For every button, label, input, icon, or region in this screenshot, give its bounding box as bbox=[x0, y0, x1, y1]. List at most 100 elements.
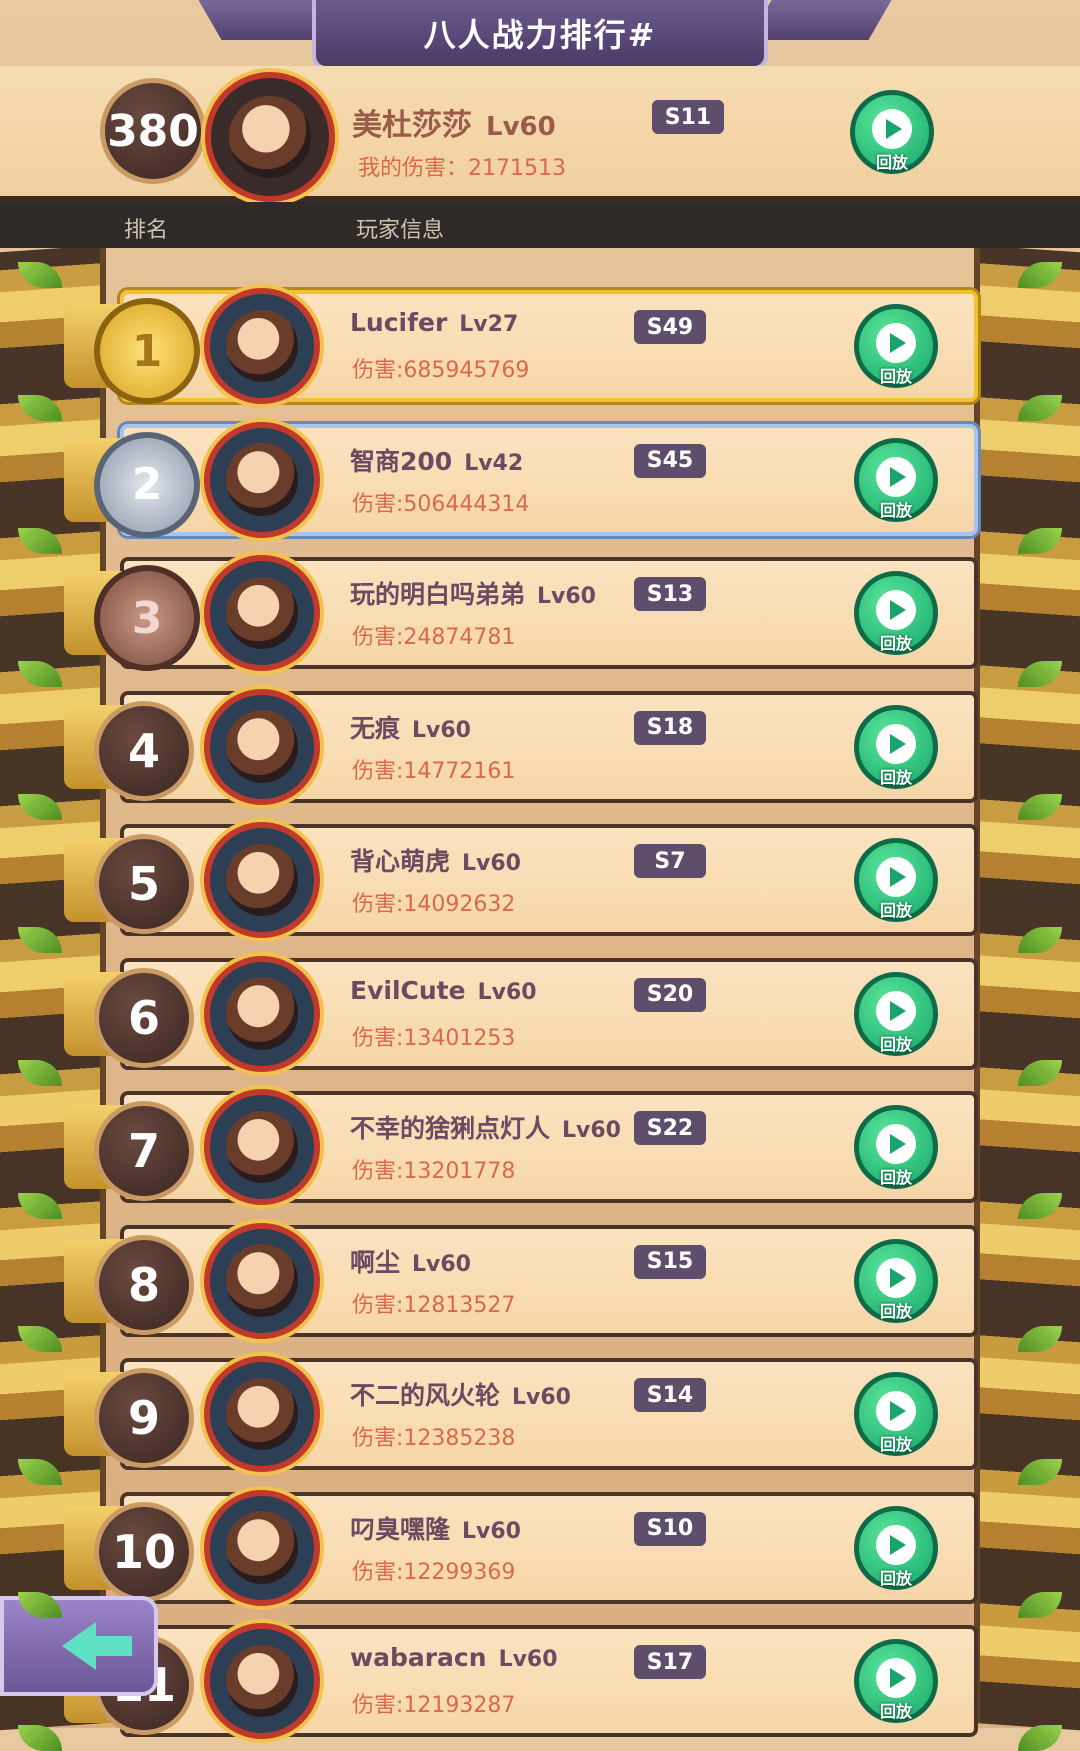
player-damage: 伤害:13401253 bbox=[352, 1025, 516, 1051]
avatar-face-icon bbox=[225, 1511, 299, 1584]
replay-label: 回放 bbox=[879, 901, 912, 920]
player-avatar[interactable] bbox=[204, 1356, 320, 1472]
play-circle-icon bbox=[876, 323, 916, 363]
ranking-row[interactable]: 10 叼臭嘿隆 Lv60 伤害:12299369 S10 回放 bbox=[64, 1489, 978, 1606]
player-avatar[interactable] bbox=[204, 421, 320, 538]
rank-number: 1 bbox=[131, 325, 163, 377]
my-level: Lv60 bbox=[486, 112, 556, 142]
play-circle-icon bbox=[876, 456, 916, 497]
player-name: Lucifer Lv27 bbox=[350, 308, 518, 337]
player-level: Lv60 bbox=[462, 851, 521, 876]
avatar-face-icon bbox=[225, 977, 299, 1050]
avatar-face-icon bbox=[228, 95, 312, 179]
replay-button[interactable]: 回放 bbox=[854, 1105, 938, 1189]
replay-label: 回放 bbox=[879, 1168, 912, 1187]
column-header: 排名 玩家信息 bbox=[0, 202, 1080, 248]
page-title: 八人战力排行# bbox=[312, 0, 768, 70]
player-avatar[interactable] bbox=[204, 1222, 320, 1339]
replay-button[interactable]: 回放 bbox=[854, 1505, 938, 1590]
player-level: Lv60 bbox=[412, 717, 471, 743]
replay-button[interactable]: 回放 bbox=[854, 571, 938, 655]
rank-number: 3 bbox=[131, 592, 163, 644]
gold-medal-icon: 1 bbox=[94, 298, 200, 404]
player-name-text: 玩的明白吗弟弟 bbox=[350, 580, 526, 609]
leaf-decoration-icon bbox=[1018, 1725, 1062, 1751]
player-name: 背心萌虎 Lv60 bbox=[350, 842, 521, 878]
my-name-text: 美杜莎莎 bbox=[352, 108, 472, 143]
play-circle-icon bbox=[876, 1524, 916, 1565]
player-name-text: 智商200 bbox=[350, 446, 453, 476]
player-name: 智商200 Lv42 bbox=[350, 442, 523, 478]
player-name: 不二的风火轮 Lv60 bbox=[350, 1376, 571, 1412]
avatar-face-icon bbox=[225, 443, 299, 516]
player-avatar[interactable] bbox=[204, 555, 320, 671]
player-avatar[interactable] bbox=[204, 1489, 320, 1606]
replay-button[interactable]: 回放 bbox=[854, 437, 938, 522]
replay-button[interactable]: 回放 bbox=[854, 1372, 938, 1456]
server-badge: S10 bbox=[634, 1511, 706, 1546]
player-avatar[interactable] bbox=[204, 1623, 320, 1739]
replay-button[interactable]: 回放 bbox=[854, 1639, 938, 1723]
replay-button[interactable]: 回放 bbox=[854, 971, 938, 1056]
player-name: 啊尘 Lv60 bbox=[350, 1243, 471, 1279]
player-name: 叼臭嘿隆 Lv60 bbox=[350, 1510, 521, 1546]
my-avatar[interactable] bbox=[205, 72, 335, 202]
ranking-row[interactable]: 5 背心萌虎 Lv60 伤害:14092632 S7 回放 bbox=[64, 822, 978, 938]
ranking-row[interactable]: 8 啊尘 Lv60 伤害:12813527 S15 回放 bbox=[64, 1222, 978, 1339]
ranking-row[interactable]: 1 Lucifer Lv27 伤害:685945769 S49 回放 bbox=[64, 288, 978, 404]
player-damage: 伤害:12385238 bbox=[352, 1426, 516, 1451]
ranking-row[interactable]: 11 wabaracnLv60 伤害:12193287 S17 回放 bbox=[64, 1623, 978, 1739]
leaf-decoration-icon bbox=[18, 1725, 62, 1751]
player-level: Lv60 bbox=[512, 1385, 571, 1410]
player-damage: 伤害:506444314 bbox=[352, 491, 530, 517]
replay-label: 回放 bbox=[879, 1034, 912, 1054]
play-circle-icon bbox=[876, 723, 916, 764]
player-name-text: 背心萌虎 bbox=[350, 847, 451, 876]
player-name: EvilCute Lv60 bbox=[350, 976, 537, 1005]
player-damage: 伤害:12299369 bbox=[352, 1559, 516, 1585]
play-circle-icon bbox=[876, 1658, 916, 1698]
replay-label: 回放 bbox=[879, 1702, 912, 1721]
player-name-text: 不幸的猞猁点灯人 bbox=[350, 1114, 551, 1143]
player-avatar[interactable] bbox=[204, 288, 320, 404]
replay-label: 回放 bbox=[879, 367, 912, 386]
header-player-info: 玩家信息 bbox=[356, 218, 445, 243]
replay-button[interactable]: 回放 bbox=[854, 838, 938, 922]
replay-button[interactable]: 回放 bbox=[854, 1238, 938, 1323]
avatar-face-icon bbox=[225, 1377, 299, 1451]
player-avatar[interactable] bbox=[204, 822, 320, 938]
ranking-row[interactable]: 3 玩的明白吗弟弟 Lv60 伤害:24874781 S13 回放 bbox=[64, 555, 978, 671]
player-name: 无痕 Lv60 bbox=[350, 709, 471, 745]
server-badge: S7 bbox=[634, 844, 706, 878]
server-badge: S45 bbox=[634, 443, 706, 478]
ranking-row[interactable]: 2 智商200 Lv42 伤害:506444314 S45 回放 bbox=[64, 421, 978, 538]
player-damage: 伤害:14772161 bbox=[352, 758, 516, 784]
play-circle-icon bbox=[876, 1124, 916, 1164]
back-button[interactable] bbox=[0, 1596, 158, 1696]
player-level: Lv60 bbox=[477, 979, 537, 1005]
ranking-row[interactable]: 4 无痕 Lv60 伤害:14772161 S18 回放 bbox=[64, 688, 978, 805]
player-avatar[interactable] bbox=[204, 955, 320, 1072]
player-name-text: EvilCute bbox=[350, 975, 466, 1005]
player-name-text: 无痕 bbox=[350, 713, 401, 743]
replay-button[interactable]: 回放 bbox=[854, 304, 938, 388]
server-badge: S18 bbox=[634, 710, 706, 745]
player-damage: 伤害:12813527 bbox=[352, 1292, 516, 1318]
ranking-row[interactable]: 6 EvilCute Lv60 伤害:13401253 S20 回放 bbox=[64, 955, 978, 1072]
my-replay-button[interactable]: 回放 bbox=[850, 90, 934, 174]
rank-number: 10 bbox=[94, 1501, 194, 1602]
player-avatar[interactable] bbox=[204, 1089, 320, 1205]
avatar-face-icon bbox=[225, 710, 299, 783]
header-rank: 排名 bbox=[124, 218, 169, 243]
server-badge: S14 bbox=[634, 1378, 706, 1412]
ranking-row[interactable]: 9 不二的风火轮 Lv60 伤害:12385238 S14 回放 bbox=[64, 1356, 978, 1472]
player-avatar[interactable] bbox=[204, 688, 320, 805]
replay-button[interactable]: 回放 bbox=[854, 704, 938, 789]
play-circle-icon bbox=[872, 109, 912, 149]
avatar-face-icon bbox=[225, 843, 299, 917]
player-damage: 伤害:12193287 bbox=[352, 1693, 516, 1718]
player-level: Lv42 bbox=[464, 450, 524, 476]
player-name: wabaracn Lv60 bbox=[350, 1643, 558, 1672]
ranking-row[interactable]: 7 不幸的猞猁点灯人 Lv60 伤害:13201778 S22 回放 bbox=[64, 1089, 978, 1205]
my-rank-number: 380 bbox=[100, 78, 206, 184]
